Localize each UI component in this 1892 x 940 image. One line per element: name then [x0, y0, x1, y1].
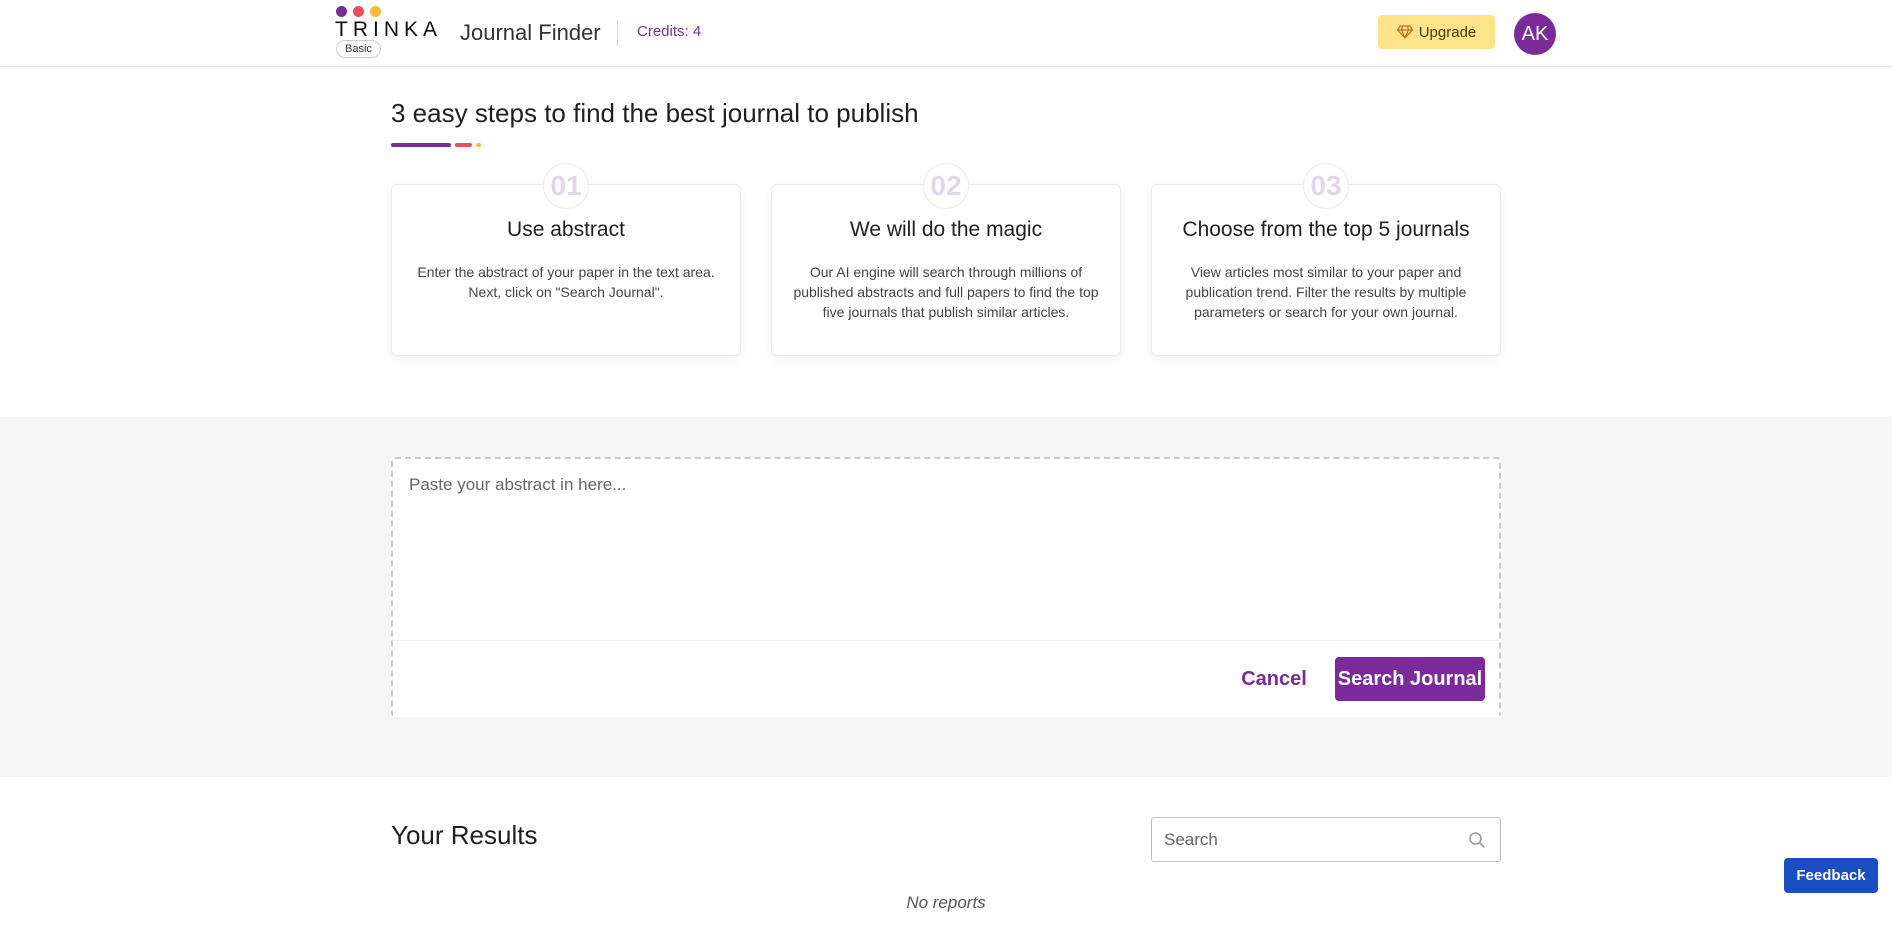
step-title: Choose from the top 5 journals — [1182, 218, 1470, 241]
plan-badge: Basic — [336, 40, 381, 58]
abstract-dropzone: Cancel Search Journal — [391, 457, 1501, 717]
heading-underline-red — [455, 143, 472, 147]
heading-underline-yellow — [476, 143, 481, 147]
upgrade-label: Upgrade — [1418, 23, 1477, 41]
app-title: Journal Finder — [460, 20, 601, 45]
steps-heading: 3 easy steps to find the best journal to… — [391, 98, 919, 128]
logo-dot-red — [353, 6, 364, 17]
step-number: 03 — [1303, 163, 1349, 209]
step-description: View articles most similar to your paper… — [1185, 264, 1467, 320]
step-title: Use abstract — [507, 218, 625, 241]
step-title: We will do the magic — [849, 218, 1043, 241]
abstract-action-bar: Cancel Search Journal — [393, 640, 1499, 717]
trinka-logo[interactable]: TRINKA Basic — [335, 6, 443, 58]
results-search-box — [1151, 817, 1501, 862]
step-description: Enter the abstract of your paper in the … — [417, 264, 715, 300]
credits-counter: Credits: 4 — [637, 23, 702, 40]
upgrade-button[interactable]: Upgrade — [1378, 15, 1495, 49]
results-search-input[interactable] — [1152, 818, 1452, 861]
logo-dot-purple — [336, 6, 347, 17]
heading-underline-purple — [391, 143, 451, 147]
step-card-3: 03 Choose from the top 5 journals View a… — [1151, 163, 1501, 356]
feedback-button[interactable]: Feedback — [1784, 858, 1878, 893]
user-avatar[interactable]: AK — [1514, 13, 1556, 55]
results-heading: Your Results — [391, 820, 538, 850]
logo-dots — [336, 6, 381, 17]
search-icon[interactable] — [1468, 831, 1486, 849]
step-card-2: 02 We will do the magic Our AI engine wi… — [771, 163, 1121, 356]
diamond-icon — [1396, 25, 1413, 39]
cancel-button[interactable]: Cancel — [1229, 659, 1319, 699]
step-description: Our AI engine will search through millio… — [793, 264, 1099, 320]
step-card-1: 01 Use abstract Enter the abstract of yo… — [391, 163, 741, 356]
logo-text: TRINKA — [335, 18, 443, 41]
empty-results-message: No reports — [906, 893, 986, 912]
search-journal-button[interactable]: Search Journal — [1335, 657, 1485, 701]
top-header: TRINKA Basic Journal Finder Credits: 4 U… — [0, 0, 1892, 67]
header-divider — [617, 20, 618, 46]
abstract-textarea[interactable] — [393, 459, 1499, 639]
step-number: 01 — [543, 163, 589, 209]
step-number: 02 — [923, 163, 969, 209]
logo-dot-yellow — [370, 6, 381, 17]
